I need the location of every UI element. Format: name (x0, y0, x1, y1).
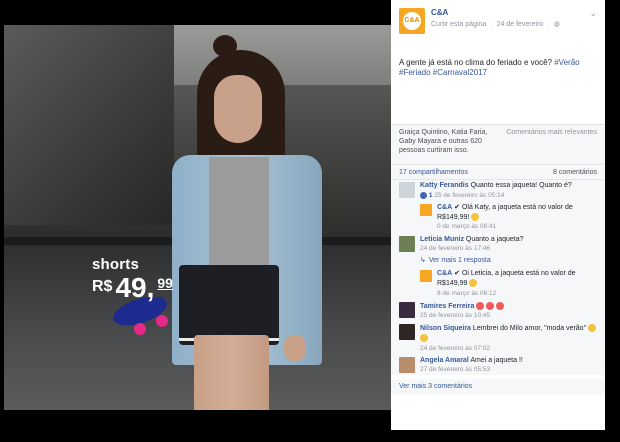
photo-background-underside (4, 25, 174, 225)
model-legs (194, 335, 269, 410)
post-message: A gente já está no clima do feriado e vo… (399, 58, 552, 67)
comment-reply: C&A ✔ Olá Katy, a jaqueta está no valor … (420, 204, 597, 231)
verified-icon: ✔ (454, 270, 460, 278)
post-date[interactable]: 24 de fevereiro (497, 21, 544, 30)
comment-body: Angela Amaral Amei a jaqueta !! 27 de fe… (420, 357, 597, 375)
comment-body: Tamires Ferreira 25 de fevereiro às 10:4… (420, 301, 597, 321)
avatar[interactable] (399, 182, 415, 198)
comment-reply: C&A ✔ Oi Leticia, a jaqueta está no valo… (420, 270, 597, 297)
comment-timestamp[interactable]: 27 de fevereiro às 05:53 (420, 366, 597, 374)
black-shorts (179, 265, 279, 345)
model-hand (284, 335, 306, 361)
avatar[interactable] (420, 204, 432, 217)
likes-text[interactable]: Graiça Quintino, Katia Faria, Gaby Mayar… (399, 129, 499, 160)
comment-author[interactable]: Nilson Siqueira (420, 325, 471, 332)
post-header-text: C&A Curtir esta página · 24 de fevereiro… (431, 8, 585, 30)
price-label: shorts (92, 256, 140, 273)
comments-list: Katty Ferandis Quanto essa jaqueta! Quan… (391, 180, 605, 375)
avatar[interactable] (399, 356, 415, 373)
comment-text: Quanto a jaqueta? (465, 235, 524, 243)
smile-emoji-icon (469, 278, 478, 287)
comment-author[interactable]: C&A (437, 270, 452, 277)
comment-timestamp[interactable]: 25 de fevereiro às 05:14 (434, 192, 504, 199)
view-replies-label: Ver mais 1 resposta (428, 257, 491, 265)
post-header: C&A C&A Curtir esta página · 24 de fever… (391, 0, 605, 44)
price-integer: 49, (115, 272, 155, 303)
avatar[interactable] (399, 324, 415, 341)
avatar[interactable] (399, 301, 415, 318)
comment-author[interactable]: Leticia Muniz (420, 236, 464, 243)
post-photo[interactable]: shorts R$ 49, 99 (4, 25, 391, 410)
post-counts: 17 compartilhamentos 8 comentários (391, 164, 605, 180)
reply-arrow-icon: ↳ (420, 257, 426, 265)
likes-summary: Graiça Quintino, Katia Faria, Gaby Mayar… (391, 124, 605, 164)
comment-text: Quanto essa jaqueta! Quanto é? (470, 182, 572, 189)
avatar[interactable] (399, 235, 415, 252)
price-tag: shorts R$ 49, 99 (92, 257, 173, 302)
smile-emoji-icon (471, 212, 480, 221)
page-name-link[interactable]: C&A (431, 8, 585, 18)
view-replies-link[interactable]: ↳ Ver mais 1 resposta (420, 257, 597, 266)
comment-like-count[interactable]: 1 (429, 192, 433, 199)
comment-timestamp[interactable]: 0 de março às 06:41 (437, 223, 597, 231)
comment-body: C&A ✔ Oi Leticia, a jaqueta está no valo… (437, 270, 597, 297)
globe-icon: ◍ (553, 21, 560, 28)
middot: · (547, 21, 550, 28)
comment-body: C&A ✔ Olá Katy, a jaqueta está no valor … (437, 204, 597, 231)
shares-count[interactable]: 17 compartilhamentos (399, 169, 468, 176)
view-more-comments-link[interactable]: Ver mais 3 comentários (391, 378, 605, 396)
comment-timestamp[interactable]: 24 de fevereiro às 07:02 (420, 345, 597, 353)
comment: Angela Amaral Amei a jaqueta !! 27 de fe… (399, 356, 597, 375)
comment-meta: 1 25 de fevereiro às 05:14 (420, 191, 597, 200)
like-icon (420, 191, 427, 199)
comment: Tamires Ferreira 25 de fevereiro às 10:4… (399, 301, 597, 321)
comment: Nilson Siqueira Lembrei do Milo amor, "m… (399, 324, 597, 352)
comment-author[interactable]: Katty Ferandis (420, 182, 469, 189)
skateboard-wheel (134, 323, 146, 335)
comment-author[interactable]: Tamires Ferreira (420, 303, 474, 310)
page-logo: C&A (403, 12, 421, 30)
grey-tshirt (209, 157, 269, 267)
comment-text: Amei a jaqueta !! (470, 356, 523, 364)
comment-timestamp[interactable]: 8 de março às 06:12 (437, 290, 597, 298)
model-hair-bun (213, 35, 237, 57)
model-face (214, 75, 262, 143)
laughing-emoji-icon (588, 324, 597, 333)
laughing-emoji-icon (420, 333, 428, 342)
comment-text: Lembrei do Milo amor, "moda verão" (472, 325, 587, 333)
heart-eyes-emoji-icon (496, 301, 505, 310)
comment-author[interactable]: C&A (437, 204, 452, 211)
price-currency: R$ (92, 278, 113, 295)
post-sidebar: C&A C&A Curtir esta página · 24 de fever… (391, 0, 605, 430)
post-meta: Curtir esta página · 24 de fevereiro · ◍ (431, 21, 585, 30)
heart-eyes-emoji-icon (486, 301, 495, 310)
price-cents: 99 (157, 275, 173, 291)
comment: Katty Ferandis Quanto essa jaqueta! Quan… (399, 182, 597, 200)
verified-icon: ✔ (454, 204, 460, 212)
model-figure (169, 35, 334, 410)
comments-count[interactable]: 8 comentários (553, 169, 597, 176)
comments-sort-dropdown[interactable]: Comentários mais relevantes (499, 129, 597, 160)
comment-body: Leticia Muniz Quanto a jaqueta? 24 de fe… (420, 236, 597, 254)
heart-eyes-emoji-icon (476, 301, 485, 310)
like-page-link[interactable]: Curtir esta página (431, 21, 486, 30)
comment-timestamp[interactable]: 25 de fevereiro às 10:45 (420, 312, 597, 320)
comment-timestamp[interactable]: 24 de fevereiro às 17:46 (420, 245, 597, 253)
middot: · (490, 21, 493, 28)
comment-body: Katty Ferandis Quanto essa jaqueta! Quan… (420, 182, 597, 200)
avatar[interactable] (420, 270, 432, 283)
comment-author[interactable]: Angela Amaral (420, 357, 469, 364)
chevron-down-icon[interactable]: ⌄ (585, 8, 597, 19)
page-avatar[interactable]: C&A (399, 8, 425, 34)
comment: Leticia Muniz Quanto a jaqueta? 24 de fe… (399, 235, 597, 254)
price-value: R$ 49, 99 (92, 274, 173, 302)
post-text: A gente já está no clima do feriado e vo… (391, 44, 605, 124)
comment-body: Nilson Siqueira Lembrei do Milo amor, "m… (420, 324, 597, 352)
skateboard-wheel (156, 315, 168, 327)
